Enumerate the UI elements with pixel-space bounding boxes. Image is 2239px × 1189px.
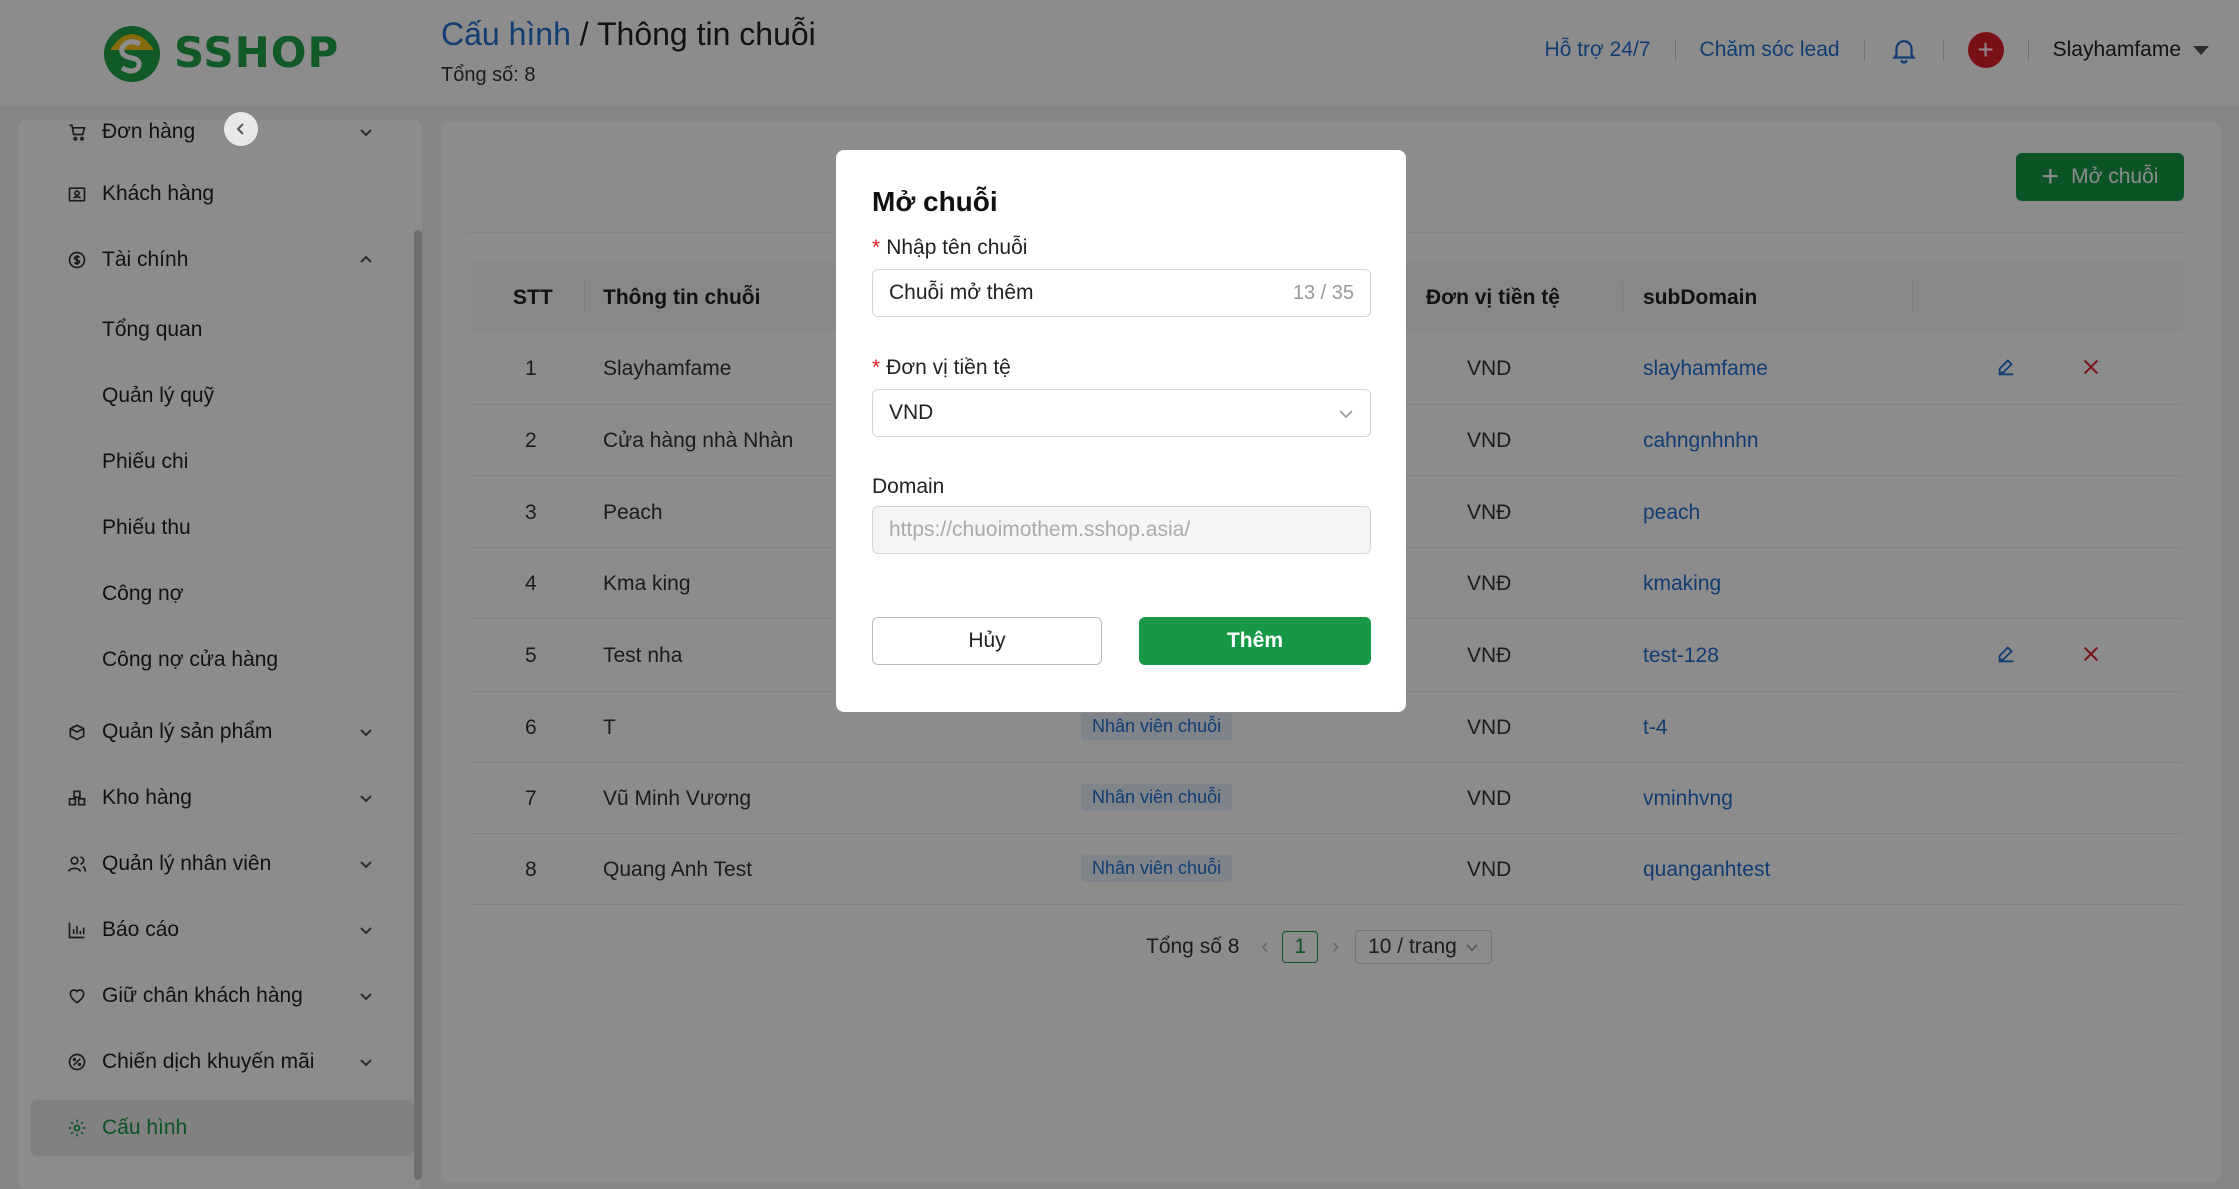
currency-label: * Đơn vị tiền tệ — [872, 356, 1011, 380]
chain-name-label: * Nhập tên chuỗi — [872, 236, 1027, 260]
currency-select[interactable]: VND — [872, 389, 1371, 437]
currency-label-text: Đơn vị tiền tệ — [886, 356, 1011, 379]
cancel-button[interactable]: Hủy — [872, 617, 1102, 665]
required-mark: * — [872, 236, 881, 259]
required-mark: * — [872, 356, 881, 379]
chevron-down-icon — [1339, 410, 1353, 419]
chain-name-input[interactable]: Chuỗi mở thêm 13 / 35 — [872, 269, 1371, 317]
add-button[interactable]: Thêm — [1139, 617, 1371, 665]
domain-input: https://chuoimothem.sshop.asia/ — [872, 506, 1371, 554]
currency-value: VND — [889, 401, 934, 424]
chain-name-label-text: Nhập tên chuỗi — [886, 236, 1028, 259]
chain-name-value: Chuỗi mở thêm — [889, 281, 1034, 304]
domain-placeholder: https://chuoimothem.sshop.asia/ — [889, 518, 1191, 541]
open-chain-modal: Mở chuỗi * Nhập tên chuỗi Chuỗi mở thêm 1… — [836, 150, 1406, 712]
collapse-sidebar-button[interactable] — [224, 112, 258, 146]
modal-title: Mở chuỗi — [872, 186, 998, 217]
domain-label: Domain — [872, 475, 945, 498]
chevron-left-icon — [236, 123, 244, 135]
char-counter: 13 / 35 — [1292, 282, 1354, 304]
